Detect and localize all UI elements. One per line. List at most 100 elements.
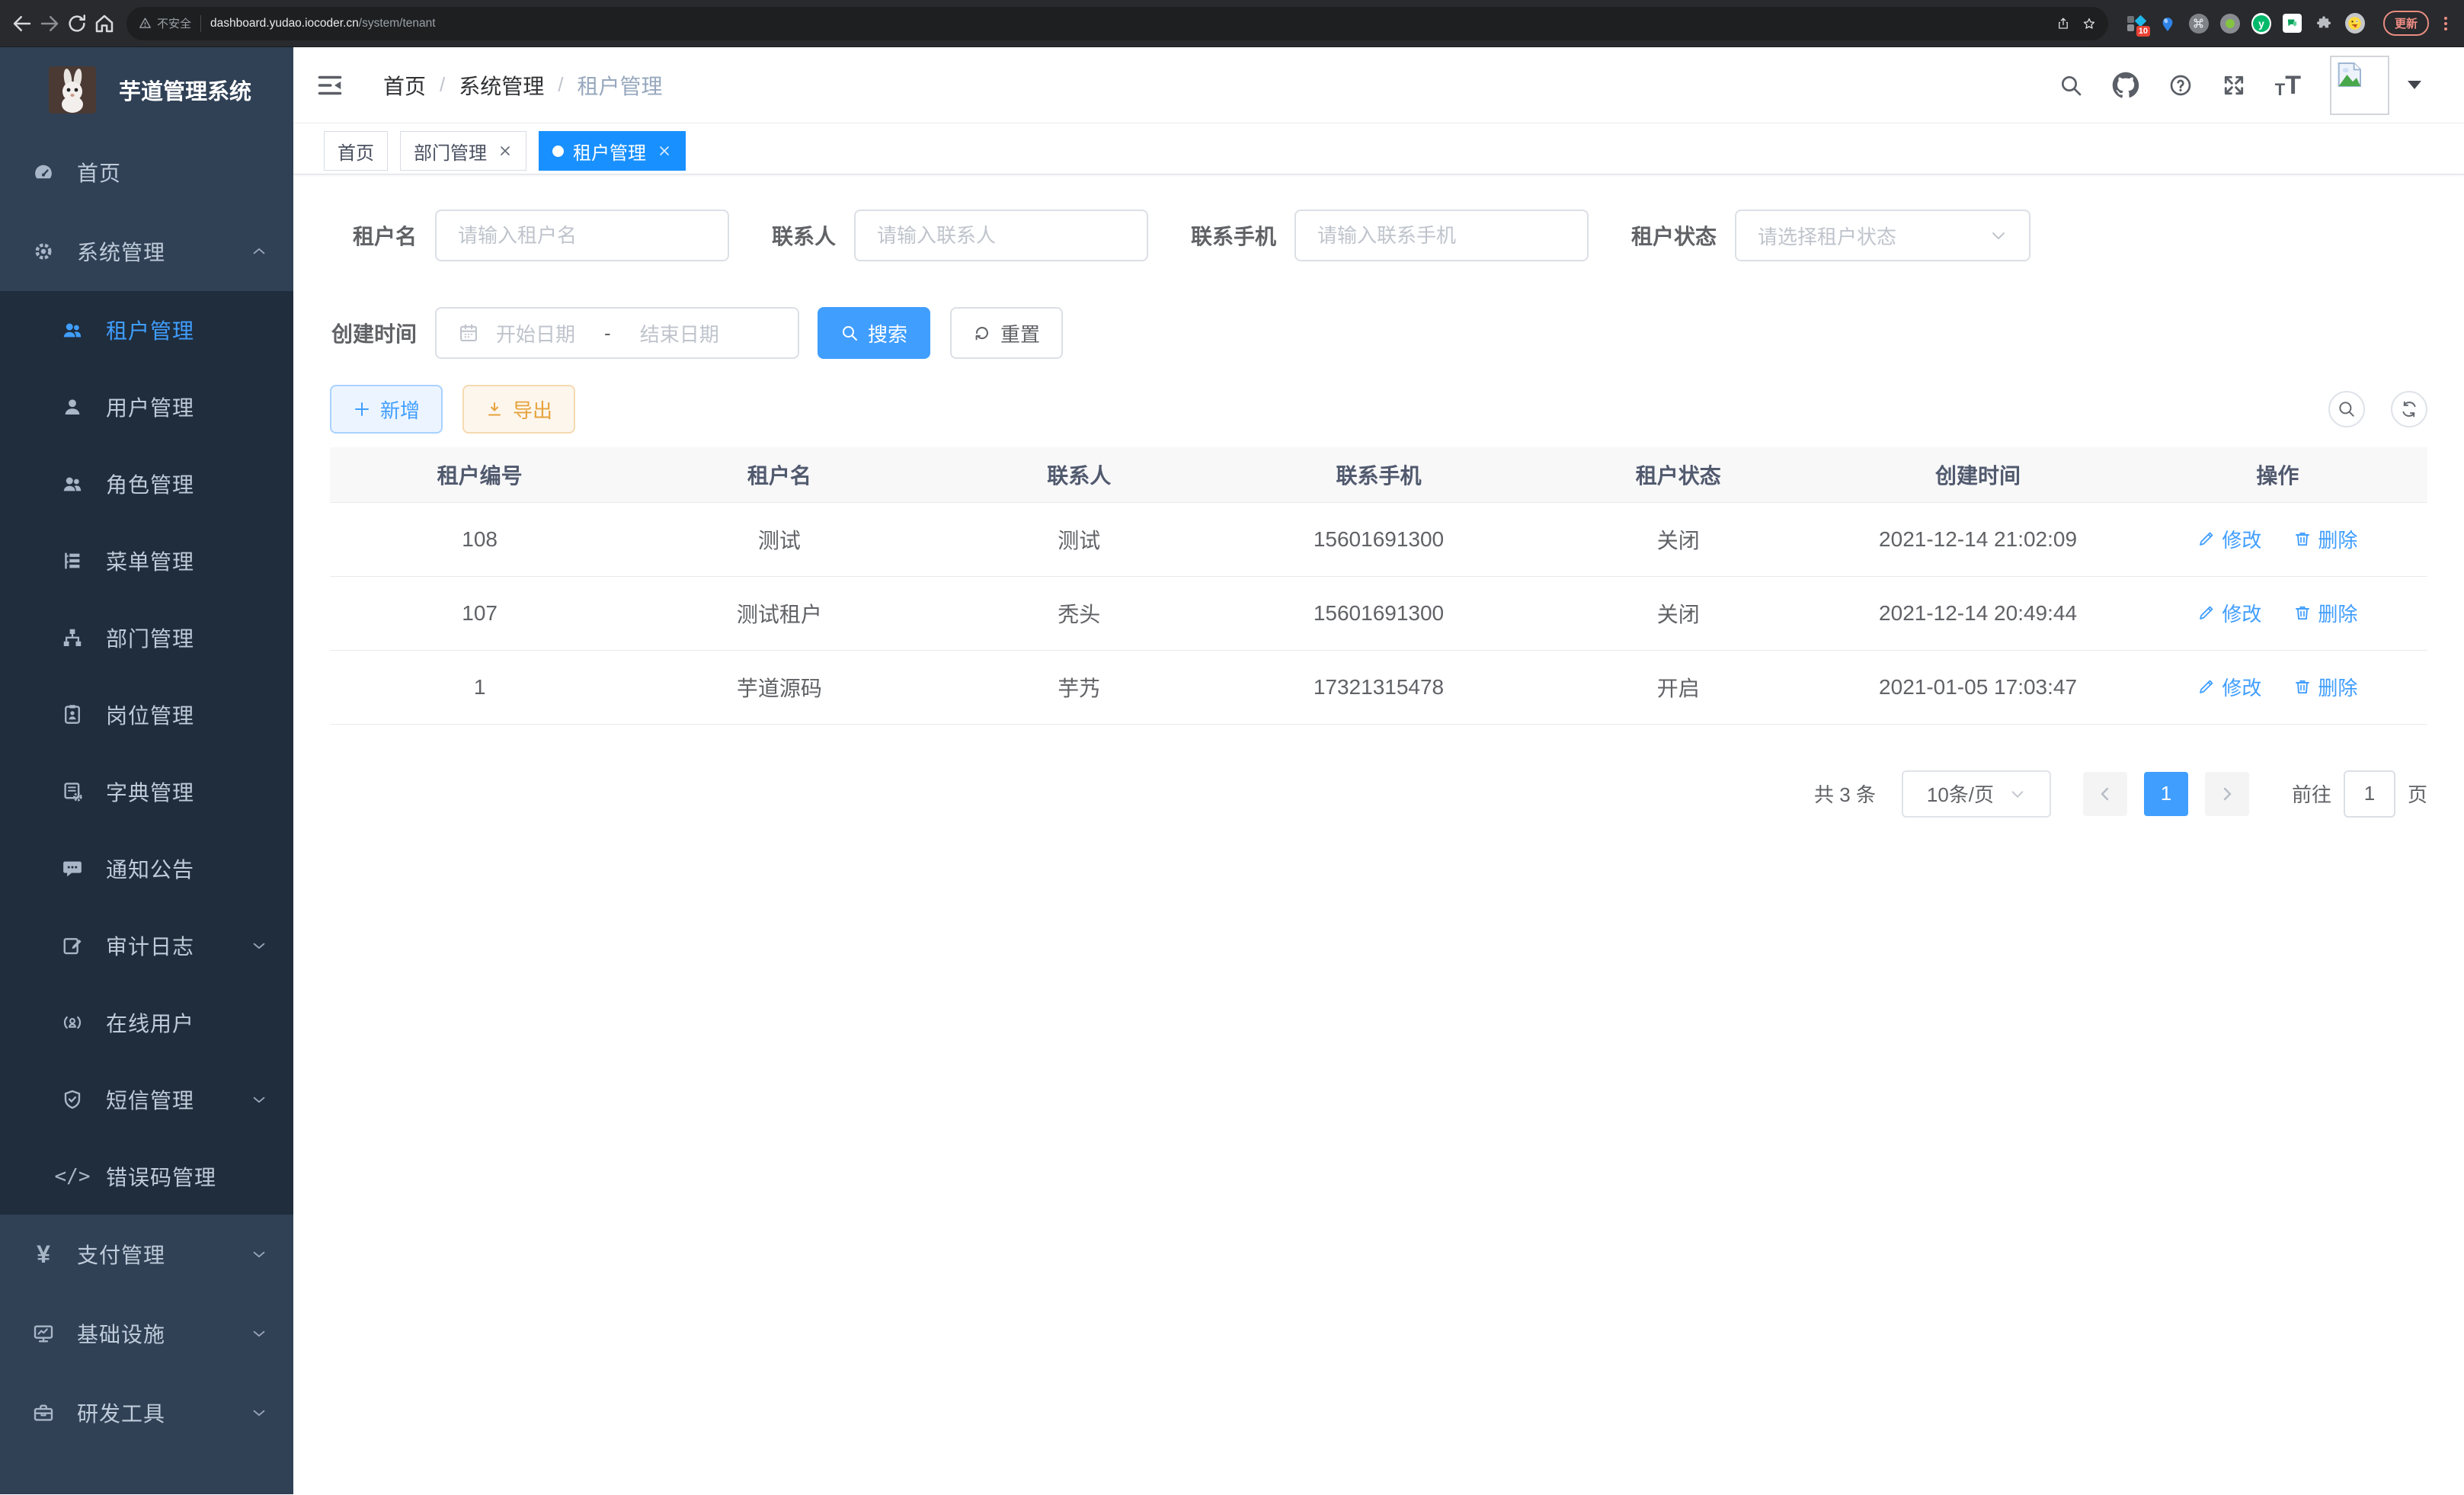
sidebar-fold-icon[interactable] (316, 72, 344, 99)
filter-row-2: 创建时间 开始日期 - 结束日期 搜索 重置 (330, 307, 2427, 359)
bookmark-star-icon[interactable] (2082, 17, 2096, 30)
add-button[interactable]: 新增 (330, 385, 443, 434)
font-size-icon[interactable]: TT (2275, 72, 2301, 98)
sidebar-item-online-user[interactable]: 在线用户 (0, 984, 293, 1061)
delete-button[interactable]: 删除 (2293, 673, 2357, 701)
chev-down-icon (251, 1404, 267, 1421)
column-header: 租户状态 (1528, 447, 1828, 502)
sidebar-item-sms-management[interactable]: 短信管理 (0, 1061, 293, 1138)
sidebar-item-dept-management[interactable]: 部门管理 (0, 599, 293, 676)
sidebar-item-home[interactable]: 首页 (0, 133, 293, 212)
user-icon (57, 395, 88, 418)
browser-forward-icon[interactable] (38, 12, 61, 35)
tags-view: 首页部门管理 租户管理 (293, 123, 2464, 174)
header-search-icon[interactable] (2059, 73, 2083, 98)
sidebar-item-error-code-management[interactable]: </>错误码管理 (0, 1138, 293, 1215)
browser-reload-icon[interactable] (66, 12, 88, 35)
sidebar-item-label: 支付管理 (77, 1239, 165, 1269)
sidebar-item-label: 在线用户 (106, 1007, 194, 1038)
page-number-1[interactable]: 1 (2144, 772, 2188, 816)
page-size-select[interactable]: 10条/页 (1902, 770, 2051, 818)
yuque-extension-icon[interactable]: y (2251, 14, 2271, 34)
next-page-button[interactable] (2205, 772, 2249, 816)
delete-button[interactable]: 删除 (2293, 599, 2357, 627)
puzzle-extension-icon[interactable] (2314, 14, 2334, 34)
sidebar-item-user-management[interactable]: 用户管理 (0, 368, 293, 445)
blue-drop-extension-icon[interactable] (2158, 14, 2178, 34)
sidebar-item-label: 字典管理 (106, 776, 194, 807)
sidebar-item-audit-log[interactable]: 审计日志 (0, 907, 293, 984)
goto-page-input-wrap (2344, 770, 2395, 818)
navbar: 首页/系统管理/租户管理 TT (293, 47, 2464, 123)
message-icon (57, 857, 88, 880)
sidebar-item-pay-management[interactable]: ¥支付管理 (0, 1215, 293, 1294)
export-button[interactable]: 导出 (462, 385, 575, 434)
browser-back-icon[interactable] (11, 12, 34, 35)
dashboard-icon (28, 161, 59, 184)
emoji-extension-icon[interactable] (2345, 14, 2365, 34)
sidebar-item-notice[interactable]: 通知公告 (0, 830, 293, 907)
edit-button-label: 修改 (2222, 525, 2261, 553)
sidebar-item-menu-management[interactable]: 菜单管理 (0, 522, 293, 599)
sidebar-item-infrastructure[interactable]: 基础设施 (0, 1294, 293, 1373)
trash-icon (2293, 603, 2312, 622)
user-avatar[interactable] (2330, 56, 2389, 115)
fullscreen-icon[interactable] (2222, 73, 2246, 98)
contact-label: 联系人 (772, 220, 836, 251)
tab-首页[interactable]: 首页 (324, 131, 388, 171)
breadcrumb-item[interactable]: 系统管理 (459, 70, 544, 101)
refresh-table-button[interactable] (2391, 391, 2427, 427)
search-button[interactable]: 搜索 (818, 307, 930, 359)
breadcrumb-item[interactable]: 首页 (383, 70, 426, 101)
cell-contact: 秃头 (930, 576, 1229, 650)
github-icon[interactable] (2112, 72, 2139, 99)
cell-id: 1 (330, 650, 629, 724)
sidebar-item-post-management[interactable]: 岗位管理 (0, 676, 293, 753)
chrome-update-button[interactable]: 更新 (2383, 11, 2429, 36)
browser-home-icon[interactable] (93, 12, 116, 35)
edit-button[interactable]: 修改 (2197, 673, 2261, 701)
tab-部门管理[interactable]: 部门管理 (400, 131, 526, 171)
edit-button[interactable]: 修改 (2197, 599, 2261, 627)
badge-icon (57, 703, 88, 726)
avatar-dropdown-caret-icon[interactable] (2408, 81, 2421, 89)
sidebar-logo[interactable]: 芋道管理系统 (0, 47, 293, 133)
prev-page-button[interactable] (2083, 772, 2127, 816)
sidebar-item-system-management[interactable]: 系统管理 (0, 212, 293, 291)
chat-extension-icon[interactable] (2283, 14, 2302, 34)
show-search-toggle-button[interactable] (2328, 391, 2365, 427)
url-bar[interactable]: 不安全 dashboard.yudao.iocoder.cn/system/te… (126, 7, 2108, 40)
browser-menu-icon[interactable] (2438, 17, 2453, 30)
create-time-range-picker[interactable]: 开始日期 - 结束日期 (435, 307, 799, 359)
delete-button[interactable]: 删除 (2293, 525, 2357, 553)
status-select[interactable]: 请选择租户状态 (1735, 210, 2030, 261)
tab-租户管理[interactable]: 租户管理 (539, 131, 686, 171)
extensions-bar: 10 y (2120, 14, 2371, 34)
search-icon (2337, 399, 2357, 419)
command-extension-icon[interactable] (2189, 14, 2209, 34)
create-time-label: 创建时间 (330, 318, 417, 348)
tab-label: 租户管理 (573, 138, 646, 165)
edit-icon (2197, 603, 2216, 622)
sidebar-item-dev-tools[interactable]: 研发工具 (0, 1373, 293, 1452)
sidebar-item-label: 审计日志 (106, 930, 194, 961)
tenant-name-input[interactable] (458, 224, 706, 248)
edit-button[interactable]: 修改 (2197, 525, 2261, 553)
phone-input[interactable] (1317, 224, 1566, 248)
sidebar-item-dict-management[interactable]: 字典管理 (0, 753, 293, 830)
sidebar-item-role-management[interactable]: 角色管理 (0, 445, 293, 522)
tab-close-icon[interactable] (657, 143, 672, 158)
cell-name: 测试租户 (629, 576, 929, 650)
contact-input[interactable] (877, 224, 1125, 248)
cell-phone: 15601691300 (1229, 576, 1528, 650)
tag-grid-extension-icon[interactable]: 10 (2126, 14, 2146, 34)
recorder-extension-icon[interactable] (2220, 14, 2240, 34)
sidebar-item-tenant-management[interactable]: 租户管理 (0, 291, 293, 368)
share-icon[interactable] (2056, 17, 2070, 30)
security-label[interactable]: 不安全 (157, 15, 191, 31)
reset-button[interactable]: 重置 (950, 307, 1063, 359)
tenant-table: 租户编号租户名联系人联系手机租户状态创建时间操作 108测试测试15601691… (330, 447, 2427, 725)
docs-help-icon[interactable] (2168, 73, 2193, 98)
tab-close-icon[interactable] (498, 143, 513, 158)
goto-page-input[interactable] (2345, 772, 2394, 816)
